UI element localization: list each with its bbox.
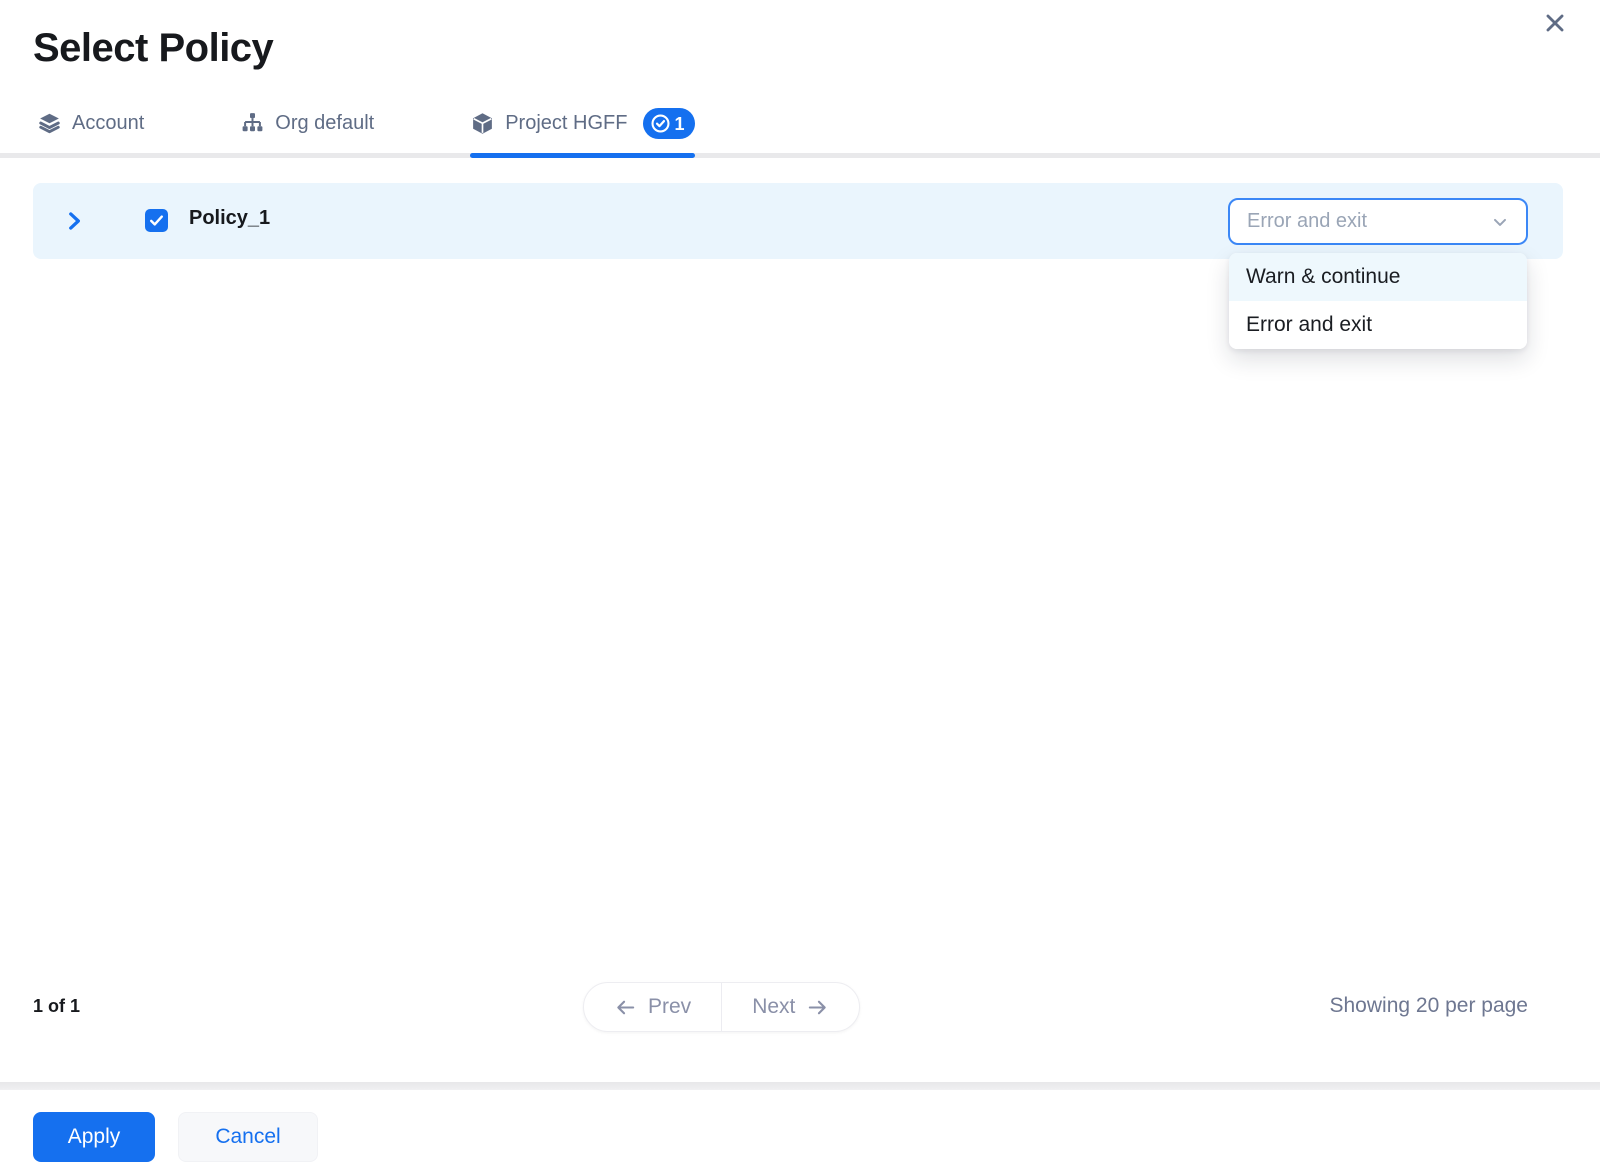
policy-row: Policy_1 Error and exit Warn & continue … xyxy=(33,183,1563,259)
per-page-text: Showing 20 per page xyxy=(1330,994,1529,1018)
tab-project-hgff[interactable]: Project HGFF 1 xyxy=(470,108,695,153)
close-icon[interactable] xyxy=(1540,8,1570,38)
select-value: Error and exit xyxy=(1247,210,1367,233)
chevron-right-icon[interactable] xyxy=(61,207,89,235)
page-title: Select Policy xyxy=(33,26,273,71)
option-warn-continue[interactable]: Warn & continue xyxy=(1229,253,1527,301)
violation-action-select[interactable]: Error and exit xyxy=(1228,198,1528,245)
scope-tabs: Account Org default Proje xyxy=(0,108,1600,158)
apply-button[interactable]: Apply xyxy=(33,1112,155,1162)
tab-org-default[interactable]: Org default xyxy=(240,108,374,153)
page-position-text: 1 of 1 xyxy=(33,996,80,1017)
pager: Prev Next xyxy=(583,982,860,1032)
badge-count: 1 xyxy=(674,115,684,133)
tab-label: Org default xyxy=(275,112,374,135)
check-circle-icon xyxy=(650,113,671,134)
violation-action-dropdown: Warn & continue Error and exit xyxy=(1229,253,1527,349)
prev-label: Prev xyxy=(648,995,691,1019)
chevron-down-icon xyxy=(1490,212,1510,232)
tab-label: Account xyxy=(72,112,144,135)
selected-count-badge: 1 xyxy=(643,108,695,139)
policy-checkbox[interactable] xyxy=(145,209,168,232)
tab-account[interactable]: Account xyxy=(37,108,144,153)
arrow-right-icon xyxy=(806,996,829,1019)
prev-button[interactable]: Prev xyxy=(584,983,722,1031)
arrow-left-icon xyxy=(614,996,637,1019)
layers-icon xyxy=(37,111,62,136)
cancel-button[interactable]: Cancel xyxy=(178,1112,318,1162)
select-policy-dialog: Select Policy Account xyxy=(0,0,1600,1171)
policy-name: Policy_1 xyxy=(189,207,270,230)
tab-label: Project HGFF xyxy=(505,112,627,135)
footer-divider xyxy=(0,1082,1600,1090)
cube-icon xyxy=(470,111,495,136)
option-error-exit[interactable]: Error and exit xyxy=(1229,301,1527,349)
next-button[interactable]: Next xyxy=(722,983,859,1031)
next-label: Next xyxy=(752,995,795,1019)
org-chart-icon xyxy=(240,111,265,136)
